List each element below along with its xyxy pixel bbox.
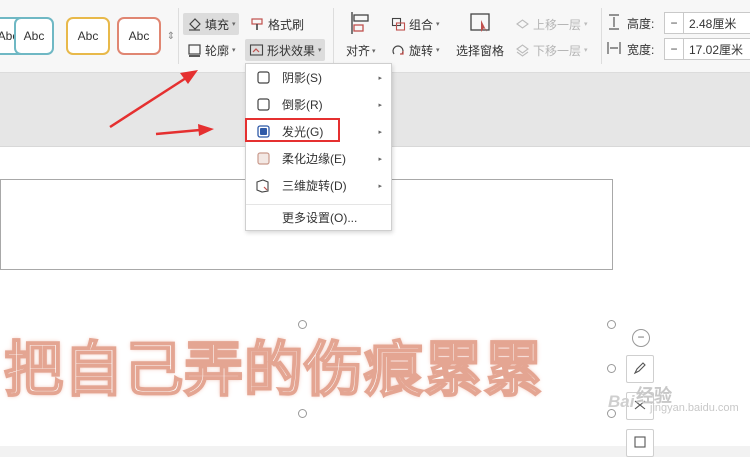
watermark-site: jingyan.baidu.com (650, 402, 739, 414)
rotate-button[interactable]: 旋转 ▾ (390, 39, 440, 61)
reflection-icon (256, 98, 270, 112)
outline-icon (186, 42, 202, 58)
chevron-right-icon: ▸ (378, 128, 382, 136)
watermark-logo: Bai (608, 392, 635, 411)
separator (333, 8, 334, 64)
chevron-down-icon: ▾ (232, 21, 236, 28)
chevron-down-icon: ▾ (584, 21, 588, 28)
soft-edges-icon (256, 152, 270, 166)
3d-rotation-icon (256, 178, 270, 193)
rotate-icon (390, 42, 406, 58)
height-decrement-button[interactable]: − (665, 13, 684, 33)
style-swatch-teal[interactable]: Abc (14, 17, 54, 55)
shadow-icon (256, 71, 270, 85)
chevron-down-icon: ▾ (318, 47, 322, 54)
width-icon (607, 40, 621, 59)
pen-icon (633, 361, 647, 378)
separator (601, 8, 602, 64)
chevron-right-icon: ▸ (378, 155, 382, 163)
format-painter-icon (249, 16, 265, 32)
style-swatch-coral[interactable]: Abc (117, 17, 161, 55)
style-swatch-gold[interactable]: Abc (66, 17, 110, 55)
paint-bucket-icon (186, 16, 202, 32)
chevron-down-icon: ▾ (372, 47, 376, 55)
send-backward-icon (514, 42, 530, 58)
menu-item-reflection[interactable]: 倒影(R) ▸ (246, 91, 391, 118)
layout-button[interactable] (626, 429, 654, 457)
slide-title-text[interactable]: 把自己弄的伤痕累累 (3, 328, 604, 412)
shape-effects-icon (248, 42, 264, 58)
chevron-right-icon: ▸ (378, 101, 382, 109)
chevron-down-icon: ▾ (584, 47, 588, 54)
group-button[interactable]: 组合 ▾ (390, 13, 440, 35)
width-input[interactable]: − 17.02厘米 (664, 38, 750, 60)
selection-pane-icon (467, 10, 493, 36)
align-icon (348, 10, 374, 36)
chevron-right-icon: ▸ (378, 74, 382, 82)
resize-handle-right[interactable] (607, 364, 616, 373)
width-decrement-button[interactable]: − (665, 39, 684, 59)
width-label: 宽度: (627, 43, 655, 57)
width-value[interactable]: 17.02厘米 (684, 41, 743, 58)
chevron-down-icon: ▾ (232, 47, 236, 54)
fill-button[interactable]: 填充 ▾ (183, 13, 239, 35)
chevron-down-icon: ▾ (436, 47, 440, 54)
layout-icon (633, 435, 647, 452)
group-icon (390, 16, 406, 32)
menu-item-more-settings[interactable]: 更多设置(O)... (246, 204, 391, 231)
height-icon (607, 14, 621, 33)
chevron-down-icon: ▾ (436, 21, 440, 28)
chevron-right-icon: ▸ (378, 182, 382, 190)
bring-forward-icon (514, 16, 530, 32)
gallery-more-icon[interactable]: ⇕ (165, 15, 177, 59)
format-painter-button[interactable]: 格式刷 (249, 13, 304, 35)
shape-effects-button[interactable]: 形状效果 ▾ (245, 39, 325, 61)
menu-item-shadow[interactable]: 阴影(S) ▸ (246, 64, 391, 91)
highlight-box (245, 118, 340, 142)
height-input[interactable]: − 2.48厘米 (664, 12, 750, 34)
bring-forward-button[interactable]: 上移一层 ▾ (514, 13, 588, 35)
resize-handle-top-right[interactable] (607, 320, 616, 329)
height-label: 高度: (627, 17, 655, 31)
separator (178, 8, 179, 64)
height-value[interactable]: 2.48厘米 (684, 15, 736, 32)
selection-pane-button[interactable]: 选择窗格 (456, 10, 504, 59)
shape-effects-menu: 阴影(S) ▸ 倒影(R) ▸ 发光(G) ▸ 柔化边缘(E) ▸ 三维旋转(D… (245, 63, 392, 231)
edit-shape-button[interactable] (626, 355, 654, 383)
menu-item-3d-rotation[interactable]: 三维旋转(D) ▸ (246, 172, 391, 199)
collapse-toolbar-button[interactable]: − (632, 329, 650, 347)
menu-item-soft-edges[interactable]: 柔化边缘(E) ▸ (246, 145, 391, 172)
align-button[interactable]: 对齐 ▾ (346, 10, 376, 59)
send-backward-button[interactable]: 下移一层 ▾ (514, 39, 588, 61)
outline-button[interactable]: 轮廓 ▾ (186, 39, 236, 61)
